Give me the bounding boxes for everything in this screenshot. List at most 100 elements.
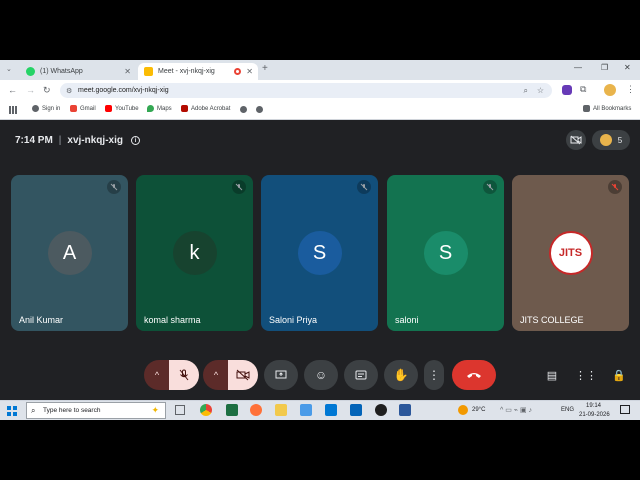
notification-icon[interactable]	[620, 405, 630, 414]
hand-icon: ✋	[393, 368, 409, 382]
captions-icon	[355, 370, 367, 380]
info-icon[interactable]: i	[130, 136, 140, 145]
profile-avatar[interactable]	[604, 84, 616, 96]
app-icon[interactable]	[375, 404, 387, 416]
bookmark-label: Adobe Acrobat	[191, 105, 231, 112]
extensions-puzzle-icon[interactable]: ⧉	[580, 84, 586, 95]
excel-icon[interactable]	[226, 404, 238, 416]
tab-title: Meet - xvj-nkqj-xig	[158, 68, 215, 75]
toolbar: ← → ↻ ⚙ meet.google.com/xvj-nkqj-xig ⌕ ☆…	[0, 80, 640, 101]
language-indicator[interactable]: ENG	[561, 407, 574, 413]
tab-search-icon[interactable]: ⌄	[6, 65, 12, 73]
forward-icon[interactable]: →	[26, 85, 35, 95]
store-icon[interactable]	[325, 404, 337, 416]
recording-icon	[234, 68, 241, 75]
mic-off-icon	[179, 369, 189, 381]
photos-icon[interactable]	[300, 404, 312, 416]
reactions-button[interactable]: ☺	[304, 360, 338, 390]
globe-icon[interactable]	[256, 106, 263, 113]
activities-icon[interactable]: ⋮⋮	[575, 360, 597, 390]
windows-start-icon[interactable]	[7, 406, 17, 416]
bookmark-label: YouTube	[115, 105, 139, 112]
bookmark-sign-in[interactable]: Sign in	[32, 105, 60, 112]
participant-avatar: S	[297, 231, 342, 275]
sparkle-icon: ✦	[151, 405, 159, 415]
browser-window: ⌄ (1) WhatsApp ✕ Meet - xvj-nkqj-xig ✕ +…	[0, 60, 640, 120]
tab-whatsapp[interactable]: (1) WhatsApp ✕	[20, 63, 136, 80]
audio-options-button[interactable]: ^	[144, 360, 170, 390]
present-button[interactable]	[264, 360, 298, 390]
mic-toggle-button[interactable]	[169, 360, 199, 390]
meeting-details: 7:14 PM | xvj-nkqj-xig i	[15, 135, 140, 146]
raise-hand-button[interactable]: ✋	[384, 360, 418, 390]
tab-meet[interactable]: Meet - xvj-nkqj-xig ✕	[138, 63, 258, 80]
whatsapp-icon	[26, 67, 35, 76]
mic-off-icon	[357, 180, 371, 194]
participant-tile[interactable]: k komal sharma	[136, 175, 253, 331]
captions-button[interactable]	[344, 360, 378, 390]
host-controls-icon[interactable]: 🔒	[611, 360, 627, 390]
participant-tile[interactable]: A Anil Kumar	[11, 175, 128, 331]
bookmark-gmail[interactable]: Gmail	[70, 105, 96, 112]
present-screen-icon	[275, 370, 287, 378]
maximize-button[interactable]: ❐	[601, 63, 608, 72]
globe-icon[interactable]	[240, 106, 247, 113]
close-window-button[interactable]: ✕	[624, 63, 631, 72]
zoom-icon[interactable]: ⌕	[524, 86, 528, 96]
call-controls: ^ ^ ☺ ✋ ⋮ ▤ ⋮⋮ 🔒	[0, 360, 640, 390]
task-view-icon[interactable]	[175, 405, 185, 415]
tray-icons[interactable]: ^ ▭ ⌁ ▣ ♪	[500, 406, 532, 414]
camera-off-indicator[interactable]	[566, 130, 586, 150]
participant-name: komal sharma	[144, 315, 201, 325]
word-icon[interactable]	[399, 404, 411, 416]
bookmark-youtube[interactable]: YouTube	[105, 105, 139, 112]
close-tab-icon[interactable]: ✕	[246, 67, 253, 76]
meeting-code: xvj-nkqj-xig	[67, 135, 123, 146]
file-explorer-icon[interactable]	[275, 404, 287, 416]
bookmark-star-icon[interactable]: ☆	[537, 86, 544, 95]
camera-toggle-button[interactable]	[228, 360, 258, 390]
firefox-icon[interactable]	[250, 404, 262, 416]
taskbar-search[interactable]: ⌕ Type here to search ✦	[26, 402, 166, 419]
clock-date[interactable]: 21-09-2026	[579, 412, 610, 418]
all-bookmarks-label: All Bookmarks	[593, 105, 632, 112]
back-icon[interactable]: ←	[8, 85, 17, 95]
menu-icon[interactable]: ⋮	[626, 84, 635, 95]
clock-time[interactable]: 19:14	[586, 403, 601, 409]
chat-icon[interactable]: ▤	[544, 360, 560, 390]
bookmark-label: Gmail	[80, 105, 96, 112]
address-bar[interactable]: ⚙ meet.google.com/xvj-nkqj-xig ⌕ ☆	[60, 83, 552, 98]
new-tab-button[interactable]: +	[262, 63, 268, 74]
more-options-button[interactable]: ⋮	[424, 360, 444, 390]
folder-icon	[583, 105, 590, 112]
meet-icon	[144, 67, 153, 76]
bookmark-maps[interactable]: Maps	[147, 105, 172, 112]
weather-temp[interactable]: 29°C	[472, 407, 485, 413]
close-tab-icon[interactable]: ✕	[124, 67, 131, 76]
participant-tile[interactable]: JITS JITS COLLEGE	[512, 175, 629, 331]
minimize-button[interactable]: —	[574, 63, 582, 72]
all-bookmarks[interactable]: All Bookmarks	[583, 105, 631, 112]
apps-icon[interactable]	[9, 106, 17, 114]
site-info-icon[interactable]: ⚙	[66, 87, 72, 95]
bookmark-label: Maps	[157, 105, 172, 112]
mic-off-icon	[232, 180, 246, 194]
video-options-button[interactable]: ^	[203, 360, 229, 390]
url-text: meet.google.com/xvj-nkqj-xig	[78, 87, 169, 94]
participant-tile[interactable]: S saloni	[387, 175, 504, 331]
participant-tile[interactable]: S Saloni Priya	[261, 175, 378, 331]
mic-off-icon	[483, 180, 497, 194]
bookmark-acrobat[interactable]: Adobe Acrobat	[181, 105, 230, 112]
extension-icon[interactable]	[562, 85, 572, 95]
participants-button[interactable]: 5	[592, 130, 630, 150]
emoji-icon: ☺	[314, 368, 328, 382]
college-logo: JITS	[548, 231, 593, 275]
outlook-icon[interactable]	[350, 404, 362, 416]
leave-call-button[interactable]	[452, 360, 496, 390]
participant-name: JITS COLLEGE	[520, 315, 584, 325]
chrome-icon[interactable]	[200, 404, 212, 416]
video-off-icon	[570, 135, 582, 145]
search-icon: ⌕	[31, 405, 36, 415]
tab-title: (1) WhatsApp	[40, 68, 83, 75]
reload-icon[interactable]: ↻	[43, 85, 51, 96]
